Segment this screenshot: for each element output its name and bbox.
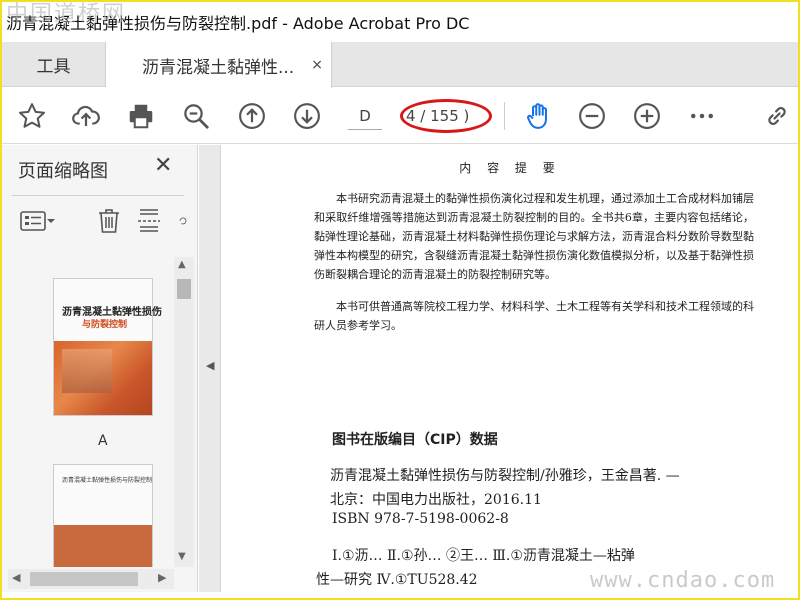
thumbnail-vertical-scrollbar[interactable]: ▲ ▼	[174, 257, 194, 567]
delete-page-button[interactable]	[96, 205, 124, 237]
thumbnail-horizontal-scrollbar[interactable]: ◀ ▶	[8, 569, 174, 589]
panel-title: 页面缩略图	[18, 161, 108, 182]
print-icon	[129, 104, 153, 129]
page-number-input[interactable]: D	[348, 102, 382, 130]
annotation-red-ellipse	[400, 99, 492, 133]
abstract-title: 内 容 提 要	[459, 161, 561, 175]
thumbnail-subtitle: 与防裂控制	[82, 320, 128, 330]
chevron-down-icon	[47, 219, 55, 223]
cip-heading: 图书在版编目（CIP）数据	[332, 432, 498, 448]
plus-circle-icon	[634, 103, 660, 129]
tab-document-label: 沥青混凝土黏弹性...	[142, 57, 295, 78]
cip-line: 北京：中国电力出版社，2016.11	[330, 492, 542, 508]
cip-line: ISBN 978-7-5198-0062-8	[332, 511, 509, 527]
extract-pages-icon	[138, 209, 160, 232]
scroll-up-icon[interactable]: ▲	[178, 259, 186, 270]
cover-photo	[62, 349, 112, 393]
panel-collapse-strip[interactable]: ◀	[199, 145, 221, 592]
toolbar: D 4 / 155 )	[2, 88, 798, 144]
scroll-down-icon[interactable]: ▼	[178, 551, 186, 562]
tab-document[interactable]: 沥青混凝土黏弹性... ×	[106, 42, 332, 88]
title-page-image	[54, 525, 152, 567]
arrow-up-circle-icon	[239, 103, 265, 129]
acrobat-window: 沥青混凝土黏弹性损伤与防裂控制.pdf - Adobe Acrobat Pro …	[2, 2, 798, 598]
extract-pages-button[interactable]	[136, 205, 164, 237]
scrollbar-thumb[interactable]	[177, 279, 191, 299]
previous-page-button[interactable]	[234, 98, 270, 134]
more-icon	[691, 113, 713, 119]
cip-line: 沥青混凝土黏弹性损伤与防裂控制/孙雅珍，王金昌著. —	[330, 468, 680, 484]
thumbnail-page-label: A	[98, 433, 108, 449]
trash-icon	[99, 209, 119, 233]
pdf-page: 内 容 提 要 本书研究沥青混凝土的黏弹性损伤演化过程和发生机理，通过添加土工合…	[222, 145, 798, 592]
toolbar-separator	[504, 102, 505, 130]
tab-bar: 工具 沥青混凝土黏弹性... ×	[2, 42, 798, 88]
print-button[interactable]	[123, 98, 159, 134]
options-list-icon	[20, 211, 46, 231]
page-thumbnail-cover[interactable]: 沥青混凝土黏弹性损伤 与防裂控制	[54, 279, 162, 415]
more-tools-button[interactable]	[684, 98, 720, 134]
thumbnail-panel: 页面缩略图 ✕ 沥青混凝土黏弹性损伤 与防裂控制 A 沥青混凝土黏弹性损伤与防裂	[2, 145, 198, 592]
next-page-button[interactable]	[289, 98, 325, 134]
collapse-left-icon[interactable]: ◀	[206, 359, 214, 372]
panel-close-button[interactable]: ✕	[154, 153, 172, 178]
thumbnail-options-button[interactable]	[20, 205, 68, 237]
rotate-page-button[interactable]	[178, 205, 188, 237]
document-view[interactable]: 内 容 提 要 本书研究沥青混凝土的黏弹性损伤演化过程和发生机理，通过添加土工合…	[222, 145, 798, 592]
scrollbar-thumb[interactable]	[30, 572, 138, 586]
rotate-icon	[179, 217, 187, 225]
thumbnail-list: 沥青混凝土黏弹性损伤 与防裂控制 A 沥青混凝土黏弹性损伤与防裂控制	[8, 257, 174, 567]
panel-divider	[12, 195, 184, 196]
star-icon	[19, 103, 45, 128]
cip-line: Ⅰ.①沥… Ⅱ.①孙… ②王… Ⅲ.①沥青混凝土—粘弹	[332, 548, 635, 564]
page-thumbnail-title-page[interactable]: 沥青混凝土黏弹性损伤与防裂控制	[54, 465, 152, 567]
scroll-right-icon[interactable]: ▶	[158, 571, 166, 584]
bookmark-star-button[interactable]	[14, 98, 50, 134]
arrow-down-circle-icon	[294, 103, 320, 129]
hand-icon	[527, 103, 547, 129]
thumbnail-title: 沥青混凝土黏弹性损伤	[62, 307, 162, 318]
tab-tools-label: 工具	[36, 57, 71, 77]
zoom-increase-button[interactable]	[629, 98, 665, 134]
abstract-paragraph-2: 本书可供普通高等院校工程力学、材料科学、土木工程等有关学科和技术工程领域的科研人…	[314, 300, 754, 332]
zoom-out-button[interactable]	[178, 98, 214, 134]
zoom-out-magnifier-icon	[184, 104, 209, 129]
abstract-paragraph-1: 本书研究沥青混凝土的黏弹性损伤演化过程和发生机理，通过添加土工合成材料加铺层和采…	[314, 192, 754, 281]
link-icon	[768, 107, 786, 125]
zoom-decrease-button[interactable]	[574, 98, 610, 134]
share-link-button[interactable]	[762, 98, 796, 134]
title-bar: 沥青混凝土黏弹性损伤与防裂控制.pdf - Adobe Acrobat Pro …	[2, 2, 798, 42]
scroll-left-icon[interactable]: ◀	[12, 571, 20, 584]
minus-circle-icon	[579, 103, 605, 129]
tab-tools[interactable]: 工具	[2, 42, 106, 87]
cip-line: 性—研究 Ⅳ.①TU528.42	[316, 572, 478, 588]
cloud-upload-icon	[72, 105, 100, 126]
tab-close-button[interactable]: ×	[311, 57, 323, 73]
thumbnail-title: 沥青混凝土黏弹性损伤与防裂控制	[62, 477, 153, 484]
upload-button[interactable]	[68, 98, 104, 134]
window-title: 沥青混凝土黏弹性损伤与防裂控制.pdf - Adobe Acrobat Pro …	[6, 14, 470, 33]
hand-tool-button[interactable]	[520, 98, 556, 134]
